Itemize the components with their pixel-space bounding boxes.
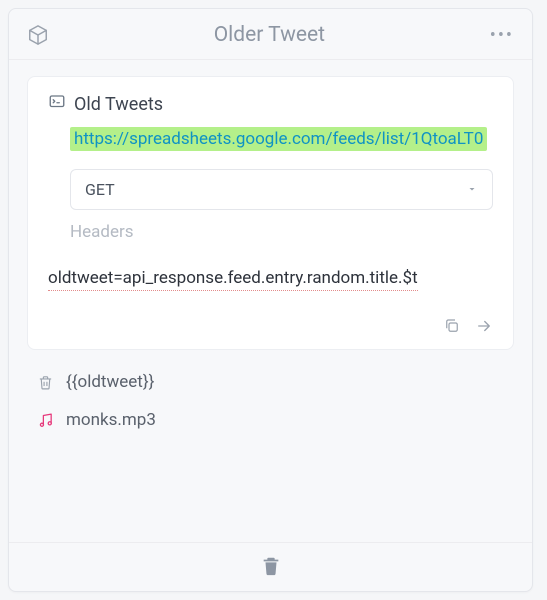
http-method-select[interactable]: GET (70, 169, 493, 210)
panel-title: Older Tweet (49, 23, 490, 47)
workflow-panel: Older Tweet ••• Old Tweets https://sprea… (8, 8, 533, 592)
http-method-value: GET (85, 180, 115, 199)
headers-input[interactable]: Headers (70, 222, 493, 242)
music-icon (37, 412, 54, 429)
delete-button[interactable] (260, 555, 282, 581)
chevron-down-icon (466, 180, 478, 199)
request-url-input[interactable]: https://spreadsheets.google.com/feeds/li… (70, 127, 487, 151)
code-icon (48, 93, 66, 115)
expression-input[interactable]: oldtweet=api_response.feed.entry.random.… (48, 268, 418, 291)
audio-filename: monks.mp3 (66, 410, 156, 430)
duplicate-button[interactable] (443, 317, 461, 339)
module-icon (27, 24, 49, 46)
panel-header: Older Tweet ••• (9, 9, 532, 60)
card-title-row: Old Tweets (48, 93, 493, 115)
http-request-card: Old Tweets https://spreadsheets.google.c… (27, 76, 514, 350)
more-menu-button[interactable]: ••• (490, 25, 514, 46)
panel-footer (9, 542, 532, 591)
run-button[interactable] (475, 317, 493, 339)
card-actions (48, 317, 493, 339)
variable-step[interactable]: {{oldtweet}} (27, 366, 514, 398)
variable-text: {{oldtweet}} (66, 372, 154, 392)
trash-icon (37, 374, 54, 391)
panel-body: Old Tweets https://spreadsheets.google.c… (9, 60, 532, 542)
audio-step[interactable]: monks.mp3 (27, 404, 514, 436)
card-title: Old Tweets (74, 94, 163, 115)
